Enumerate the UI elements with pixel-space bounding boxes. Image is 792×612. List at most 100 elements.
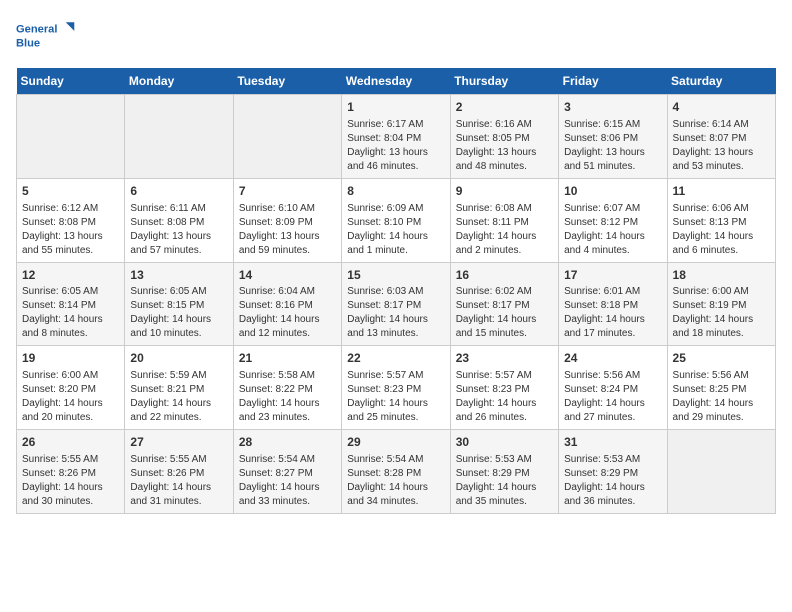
day-info: Sunrise: 5:53 AM Sunset: 8:29 PM Dayligh… (456, 453, 553, 509)
calendar-cell: 29Sunrise: 5:54 AM Sunset: 8:28 PM Dayli… (342, 430, 450, 514)
day-number: 25 (673, 350, 770, 367)
day-info: Sunrise: 5:59 AM Sunset: 8:21 PM Dayligh… (130, 369, 227, 425)
calendar-cell: 13Sunrise: 6:05 AM Sunset: 8:15 PM Dayli… (125, 262, 233, 346)
day-number: 15 (347, 267, 444, 284)
calendar-cell: 15Sunrise: 6:03 AM Sunset: 8:17 PM Dayli… (342, 262, 450, 346)
day-number: 7 (239, 183, 336, 200)
calendar-table: SundayMondayTuesdayWednesdayThursdayFrid… (16, 68, 776, 514)
day-info: Sunrise: 5:55 AM Sunset: 8:26 PM Dayligh… (22, 453, 119, 509)
calendar-cell: 11 Sunrise: 6:06 AM Sunset: 8:13 PM Dayli… (667, 178, 775, 262)
header-cell-friday: Friday (559, 68, 667, 95)
calendar-week-2: 5Sunrise: 6:12 AM Sunset: 8:08 PM Daylig… (17, 178, 776, 262)
calendar-cell: 28 Sunrise: 5:54 AM Sunset: 8:27 PM Dayli… (233, 430, 341, 514)
calendar-cell: 30 Sunrise: 5:53 AM Sunset: 8:29 PM Dayli… (450, 430, 558, 514)
calendar-cell: 7 Sunrise: 6:10 AM Sunset: 8:09 PM Daylig… (233, 178, 341, 262)
calendar-cell (667, 430, 775, 514)
day-info: Sunrise: 6:02 AM Sunset: 8:17 PM Dayligh… (456, 285, 553, 341)
day-number: 18 (673, 267, 770, 284)
day-info: Sunrise: 6:08 AM Sunset: 8:11 PM Dayligh… (456, 202, 553, 258)
svg-text:Blue: Blue (16, 37, 40, 49)
day-info: Sunrise: 6:10 AM Sunset: 8:09 PM Dayligh… (239, 202, 336, 258)
day-info: Sunrise: 6:04 AM Sunset: 8:16 PM Dayligh… (239, 285, 336, 341)
day-info: Sunrise: 5:57 AM Sunset: 8:23 PM Dayligh… (456, 369, 553, 425)
day-info: Sunrise: 6:00 AM Sunset: 8:20 PM Dayligh… (22, 369, 119, 425)
calendar-cell: 27Sunrise: 5:55 AM Sunset: 8:26 PM Dayli… (125, 430, 233, 514)
day-number: 8 (347, 183, 444, 200)
day-info: Sunrise: 6:05 AM Sunset: 8:15 PM Dayligh… (130, 285, 227, 341)
day-info: Sunrise: 5:54 AM Sunset: 8:27 PM Dayligh… (239, 453, 336, 509)
calendar-cell: 14Sunrise: 6:04 AM Sunset: 8:16 PM Dayli… (233, 262, 341, 346)
day-number: 22 (347, 350, 444, 367)
header-cell-monday: Monday (125, 68, 233, 95)
calendar-cell: 31 Sunrise: 5:53 AM Sunset: 8:29 PM Dayli… (559, 430, 667, 514)
day-number: 14 (239, 267, 336, 284)
day-number: 5 (22, 183, 119, 200)
logo-svg: General Blue (16, 16, 76, 56)
day-number: 20 (130, 350, 227, 367)
day-number: 3 (564, 99, 661, 116)
day-info: Sunrise: 6:14 AM Sunset: 8:07 PM Dayligh… (673, 118, 770, 174)
day-info: Sunrise: 6:07 AM Sunset: 8:12 PM Dayligh… (564, 202, 661, 258)
day-info: Sunrise: 6:17 AM Sunset: 8:04 PM Dayligh… (347, 118, 444, 174)
day-number: 12 (22, 267, 119, 284)
svg-text:General: General (16, 24, 57, 36)
day-number: 17 (564, 267, 661, 284)
calendar-cell: 10 Sunrise: 6:07 AM Sunset: 8:12 PM Dayli… (559, 178, 667, 262)
calendar-cell: 24 Sunrise: 5:56 AM Sunset: 8:24 PM Dayli… (559, 346, 667, 430)
day-number: 24 (564, 350, 661, 367)
day-number: 13 (130, 267, 227, 284)
calendar-cell: 6 Sunrise: 6:11 AM Sunset: 8:08 PM Daylig… (125, 178, 233, 262)
day-info: Sunrise: 6:03 AM Sunset: 8:17 PM Dayligh… (347, 285, 444, 341)
calendar-cell: 21Sunrise: 5:58 AM Sunset: 8:22 PM Dayli… (233, 346, 341, 430)
calendar-cell: 5Sunrise: 6:12 AM Sunset: 8:08 PM Daylig… (17, 178, 125, 262)
day-info: Sunrise: 6:06 AM Sunset: 8:13 PM Dayligh… (673, 202, 770, 258)
day-number: 27 (130, 434, 227, 451)
calendar-cell: 2 Sunrise: 6:16 AM Sunset: 8:05 PM Daylig… (450, 95, 558, 179)
day-info: Sunrise: 5:58 AM Sunset: 8:22 PM Dayligh… (239, 369, 336, 425)
day-number: 11 (673, 183, 770, 200)
calendar-cell: 18Sunrise: 6:00 AM Sunset: 8:19 PM Dayli… (667, 262, 775, 346)
day-info: Sunrise: 5:56 AM Sunset: 8:25 PM Dayligh… (673, 369, 770, 425)
calendar-cell: 25 Sunrise: 5:56 AM Sunset: 8:25 PM Dayli… (667, 346, 775, 430)
day-number: 9 (456, 183, 553, 200)
day-number: 19 (22, 350, 119, 367)
day-info: Sunrise: 6:09 AM Sunset: 8:10 PM Dayligh… (347, 202, 444, 258)
day-number: 10 (564, 183, 661, 200)
header-cell-thursday: Thursday (450, 68, 558, 95)
calendar-body: 1Sunrise: 6:17 AM Sunset: 8:04 PM Daylig… (17, 95, 776, 514)
calendar-cell: 17Sunrise: 6:01 AM Sunset: 8:18 PM Dayli… (559, 262, 667, 346)
day-number: 26 (22, 434, 119, 451)
day-info: Sunrise: 6:05 AM Sunset: 8:14 PM Dayligh… (22, 285, 119, 341)
day-info: Sunrise: 6:16 AM Sunset: 8:05 PM Dayligh… (456, 118, 553, 174)
day-info: Sunrise: 5:57 AM Sunset: 8:23 PM Dayligh… (347, 369, 444, 425)
day-number: 2 (456, 99, 553, 116)
day-info: Sunrise: 6:01 AM Sunset: 8:18 PM Dayligh… (564, 285, 661, 341)
day-number: 16 (456, 267, 553, 284)
header-cell-sunday: Sunday (17, 68, 125, 95)
calendar-header-row: SundayMondayTuesdayWednesdayThursdayFrid… (17, 68, 776, 95)
day-info: Sunrise: 5:53 AM Sunset: 8:29 PM Dayligh… (564, 453, 661, 509)
calendar-cell: 3Sunrise: 6:15 AM Sunset: 8:06 PM Daylig… (559, 95, 667, 179)
day-number: 4 (673, 99, 770, 116)
calendar-cell: 23 Sunrise: 5:57 AM Sunset: 8:23 PM Dayli… (450, 346, 558, 430)
calendar-cell: 26 Sunrise: 5:55 AM Sunset: 8:26 PM Dayli… (17, 430, 125, 514)
day-info: Sunrise: 6:00 AM Sunset: 8:19 PM Dayligh… (673, 285, 770, 341)
calendar-cell: 4 Sunrise: 6:14 AM Sunset: 8:07 PM Daylig… (667, 95, 775, 179)
calendar-cell (233, 95, 341, 179)
day-number: 28 (239, 434, 336, 451)
day-number: 30 (456, 434, 553, 451)
day-info: Sunrise: 5:56 AM Sunset: 8:24 PM Dayligh… (564, 369, 661, 425)
calendar-week-5: 26 Sunrise: 5:55 AM Sunset: 8:26 PM Dayli… (17, 430, 776, 514)
day-info: Sunrise: 6:11 AM Sunset: 8:08 PM Dayligh… (130, 202, 227, 258)
header-cell-saturday: Saturday (667, 68, 775, 95)
calendar-cell: 12Sunrise: 6:05 AM Sunset: 8:14 PM Dayli… (17, 262, 125, 346)
header-cell-tuesday: Tuesday (233, 68, 341, 95)
day-number: 6 (130, 183, 227, 200)
calendar-week-4: 19 Sunrise: 6:00 AM Sunset: 8:20 PM Dayli… (17, 346, 776, 430)
day-number: 31 (564, 434, 661, 451)
day-number: 23 (456, 350, 553, 367)
calendar-cell: 16Sunrise: 6:02 AM Sunset: 8:17 PM Dayli… (450, 262, 558, 346)
calendar-cell (17, 95, 125, 179)
calendar-cell: 19 Sunrise: 6:00 AM Sunset: 8:20 PM Dayli… (17, 346, 125, 430)
calendar-cell: 9 Sunrise: 6:08 AM Sunset: 8:11 PM Daylig… (450, 178, 558, 262)
